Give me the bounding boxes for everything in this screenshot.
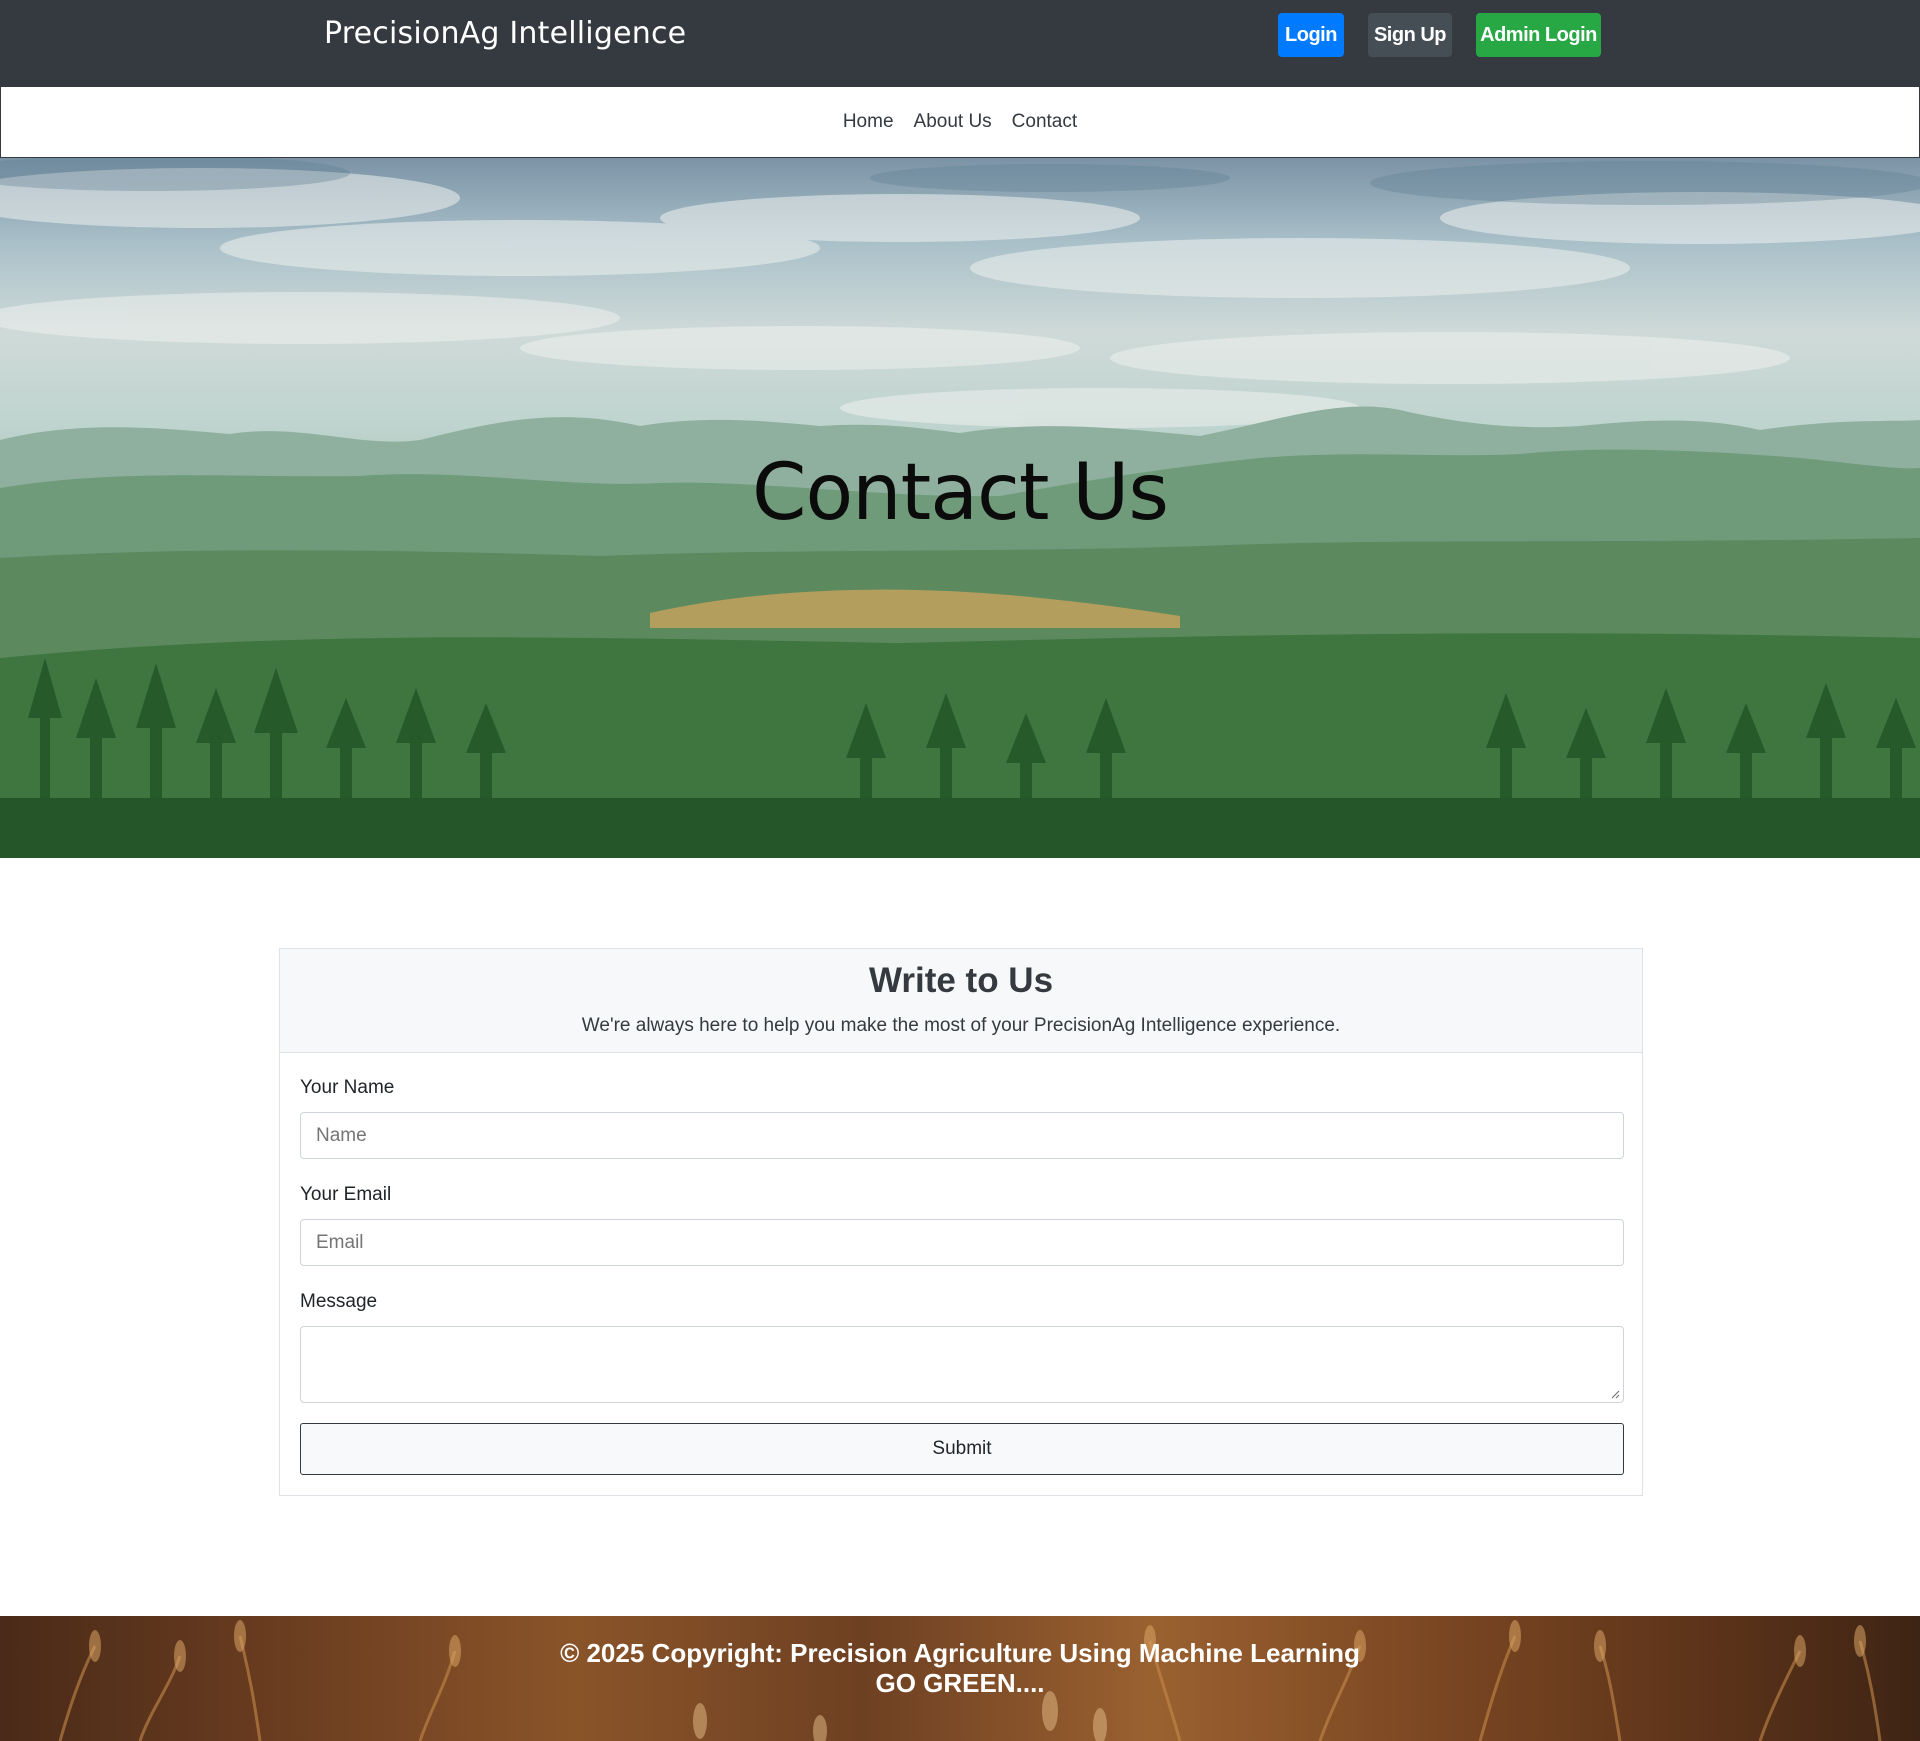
nav-link-contact[interactable]: Contact <box>1012 111 1077 133</box>
nav-link-home[interactable]: Home <box>843 111 894 133</box>
form-title: Write to Us <box>868 961 1054 1000</box>
nav-links: Home About Us Contact <box>1 87 1919 157</box>
submit-button[interactable]: Submit <box>300 1423 1624 1475</box>
footer-tagline: GO GREEN.... <box>875 1668 1045 1698</box>
footer: © 2025 Copyright: Precision Agriculture … <box>0 1616 1920 1741</box>
message-textarea[interactable] <box>300 1326 1624 1403</box>
admin-login-button[interactable]: Admin Login <box>1476 13 1601 57</box>
resize-grip-icon[interactable] <box>1610 1389 1620 1399</box>
top-navbar: PrecisionAg Intelligence Login Sign Up A… <box>0 0 1920 86</box>
signup-button[interactable]: Sign Up <box>1368 13 1452 57</box>
form-subtitle: We're always here to help you make the m… <box>581 1015 1341 1036</box>
name-input[interactable] <box>300 1112 1624 1159</box>
contact-form-card: Write to Us We're always here to help yo… <box>279 948 1643 1496</box>
login-button[interactable]: Login <box>1278 13 1344 57</box>
nav-link-about-us[interactable]: About Us <box>914 111 992 133</box>
footer-copyright: © 2025 Copyright: Precision Agriculture … <box>560 1638 1360 1668</box>
name-label: Your Name <box>300 1077 395 1098</box>
email-label: Your Email <box>300 1184 392 1205</box>
card-header: Write to Us We're always here to help yo… <box>280 949 1642 1053</box>
message-label: Message <box>300 1291 378 1312</box>
brand-title[interactable]: PrecisionAg Intelligence <box>324 16 686 51</box>
secondary-nav: Home About Us Contact <box>0 86 1920 158</box>
hero-banner: Contact Us <box>0 158 1920 858</box>
hero-title: Contact Us <box>752 448 1169 538</box>
email-input[interactable] <box>300 1219 1624 1266</box>
